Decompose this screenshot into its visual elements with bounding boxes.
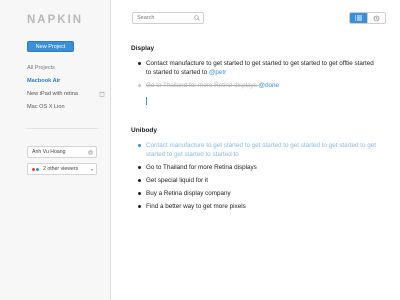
bullet [138,84,141,87]
list-icon [355,15,362,21]
section-list-display: Contact manufacture to get started to ge… [136,59,376,90]
viewer-dot [36,167,39,171]
list-view-button[interactable] [350,13,367,23]
search-input[interactable] [137,15,192,21]
list-item[interactable]: Go to Thailand for more Retina displays [136,163,376,172]
sidebar-item-all-projects[interactable]: All Projects [27,61,105,74]
sidebar-item-label: Macbook Air [27,77,61,84]
item-text: Contact manufacture to get started to ge… [146,60,374,76]
list-item[interactable]: Go to Thailand for more Retina displays … [136,81,376,90]
item-text: Buy a Retina display company [146,190,231,197]
text-cursor [146,97,147,105]
bullet [138,62,141,65]
section-title-unibody: Unibody [131,127,157,134]
item-text: Go to Thailand for more Retina displays [146,164,257,171]
project-list: All Projects Macbook Air New iPad with r… [27,61,105,113]
sidebar-item-mac-os-x-lion[interactable]: Mac OS X Lion [27,100,105,113]
history-view-button[interactable] [367,13,385,23]
chevron-down-icon: ▾ [90,166,93,172]
list-item[interactable]: Contact manufacture to get started to ge… [136,141,376,159]
bullet [138,166,141,169]
viewers-dropdown[interactable]: 2 other viewers ▾ [27,163,97,175]
sidebar-item-label: New iPad with retina [27,90,78,97]
item-text: Get special liquid for it [146,177,208,184]
item-text: Find a better way to get more pixels [146,203,246,210]
bullet [138,144,141,147]
list-item[interactable]: Find a better way to get more pixels [136,202,376,211]
viewer-dot [32,167,35,171]
sidebar-item-label: All Projects [27,64,55,71]
item-text: Contact manufacture to get started to ge… [146,142,376,158]
user-field[interactable]: Anh Vu Hoang × [27,146,97,158]
sidebar-item-label: Mac OS X Lion [27,103,65,110]
list-item[interactable]: Buy a Retina display company [136,189,376,198]
item-text: Go to Thailand for more Retina displays [146,82,259,89]
new-project-button[interactable]: New Project [27,41,74,52]
sidebar-item-new-ipad[interactable]: New iPad with retina [27,87,105,100]
trash-icon[interactable] [99,91,105,97]
item-tag[interactable]: @done [259,81,279,90]
bullet [138,192,141,195]
viewer-avatars [32,167,39,171]
section-title-display: Display [131,45,155,52]
app-logo: NAPKIN [27,14,84,26]
search-icon[interactable] [194,15,200,21]
item-tag[interactable]: @petr [209,68,226,77]
history-icon [373,15,380,21]
sidebar-item-macbook-air[interactable]: Macbook Air [27,74,105,87]
sidebar: NAPKIN New Project All Projects Macbook … [0,0,111,300]
view-toggle [349,12,386,24]
list-item[interactable]: Contact manufacture to get started to ge… [136,59,376,77]
viewers-label: 2 other viewers [43,166,79,172]
list-item[interactable]: Get special liquid for it [136,176,376,185]
sidebar-divider [27,128,99,129]
bullet [138,179,141,182]
bullet [138,205,141,208]
clear-icon[interactable]: × [88,149,93,155]
user-name: Anh Vu Hoang [32,149,66,155]
section-list-unibody: Contact manufacture to get started to ge… [136,141,376,211]
search-field[interactable] [132,12,204,24]
